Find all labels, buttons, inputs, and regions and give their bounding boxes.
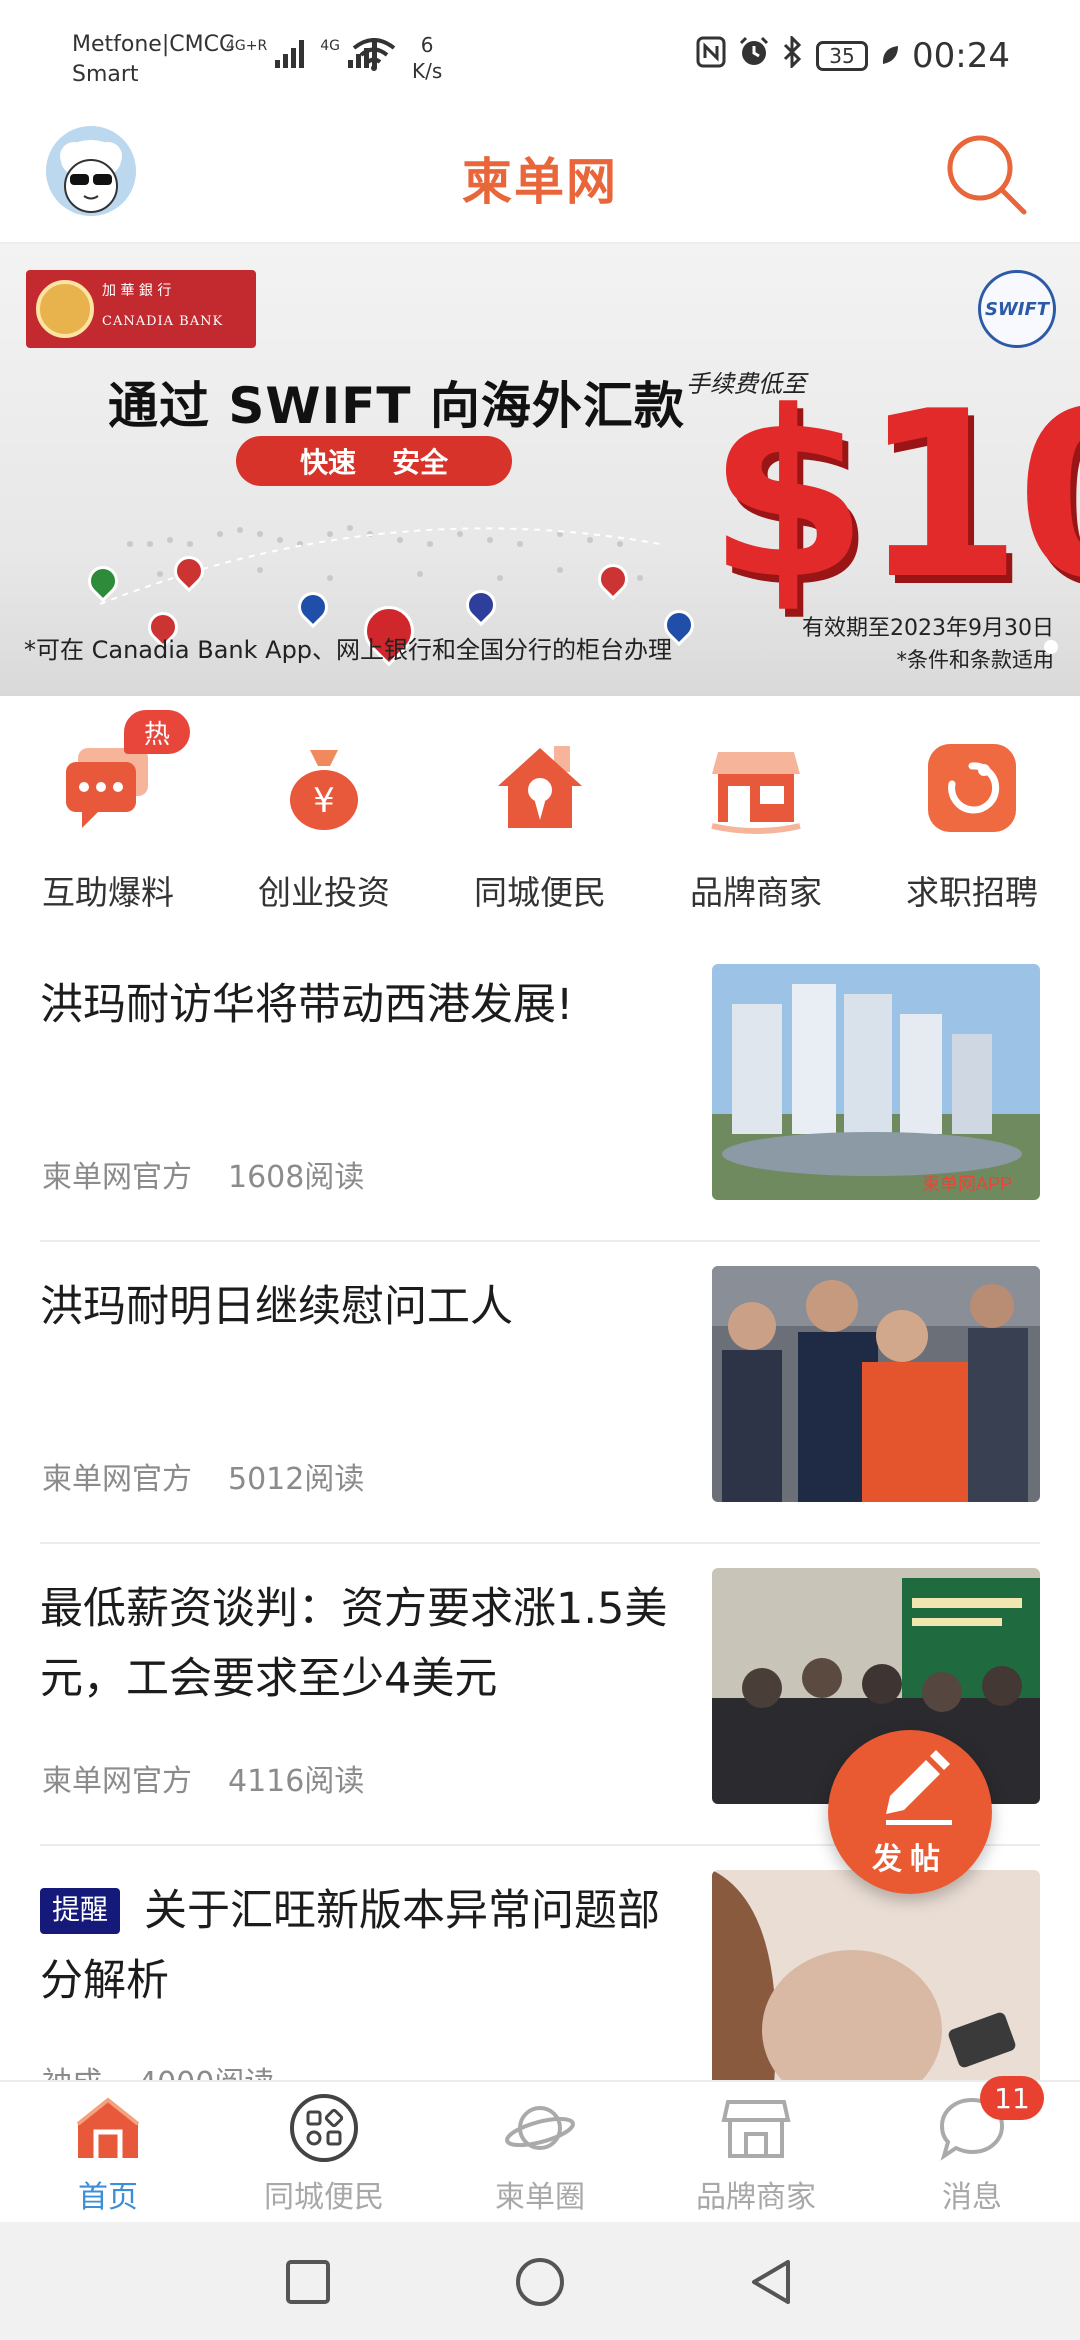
system-nav-bar xyxy=(0,2222,1080,2340)
alarm-icon xyxy=(738,36,770,76)
news-title: 洪玛耐访华将带动西港发展! xyxy=(40,980,574,1030)
circle-icon xyxy=(516,2258,564,2306)
category-grid: 热 互助爆料 ¥ 创业投资 同城便民 品牌商家 求职招聘 xyxy=(0,700,1080,930)
news-title: 最低薪资谈判：资方要求涨1.5美元，工会要求至少4美元 xyxy=(40,1584,668,1704)
app-header: 柬单网 xyxy=(0,120,1080,244)
promo-banner[interactable]: 加 華 銀 行 CANADIA BANK SWIFT 通过 SWIFT 向海外汇… xyxy=(0,244,1080,696)
battery-icon: 35 xyxy=(816,41,869,71)
network-type-label: 4G+R xyxy=(226,38,268,54)
triangle-back-icon xyxy=(752,2260,790,2304)
nfc-icon xyxy=(696,36,726,76)
news-thumbnail xyxy=(712,1870,1040,2106)
category-hot-tips[interactable]: 热 互助爆料 xyxy=(0,710,216,914)
bottom-nav: 首页 同城便民 柬单圈 品牌商家 消息 11 xyxy=(0,2076,1080,2222)
swift-logo: SWIFT xyxy=(978,270,1056,348)
network-type-label-2: 4G xyxy=(320,38,340,54)
planet-icon xyxy=(504,2092,576,2164)
home-system-button[interactable] xyxy=(512,2254,568,2310)
carousel-indicator xyxy=(1044,640,1058,654)
news-thumbnail: 柬单网APP xyxy=(712,964,1040,1200)
bank-coin-icon xyxy=(36,280,94,338)
message-count-badge: 11 xyxy=(980,2076,1044,2120)
category-brand-merchants[interactable]: 品牌商家 xyxy=(648,740,864,914)
banner-pill: 快速 安全 xyxy=(236,436,512,486)
banner-valid-date: 有效期至2023年9月30日 xyxy=(802,616,1054,641)
bluetooth-icon xyxy=(782,34,804,76)
news-item[interactable]: 洪玛耐访华将带动西港发展! 柬单网官方 1608阅读 柬单网APP xyxy=(40,940,1040,1242)
square-icon xyxy=(286,2260,330,2304)
banner-price: $10 xyxy=(708,363,1080,630)
remind-tag: 提醒 xyxy=(40,1888,121,1934)
news-item[interactable]: 洪玛耐明日继续慰问工人 柬单网官方 5012阅读 xyxy=(40,1242,1040,1544)
post-button[interactable]: 发帖 xyxy=(828,1730,992,1894)
tab-local-services[interactable]: 同城便民 xyxy=(216,2092,432,2216)
house-location-icon xyxy=(492,740,588,836)
search-icon xyxy=(947,135,1027,215)
clock: 00:24 xyxy=(912,36,1010,76)
svg-text:¥: ¥ xyxy=(313,781,335,821)
status-bar: Metfone|CMCC Smart 4G+R 4G 6 K/s 35 00:2… xyxy=(0,0,1080,120)
category-local-services[interactable]: 同城便民 xyxy=(432,740,648,914)
shop-icon xyxy=(720,2092,792,2164)
category-investment[interactable]: ¥ 创业投资 xyxy=(216,740,432,914)
carrier-name: Metfone|CMCC Smart xyxy=(72,32,235,87)
recents-button[interactable] xyxy=(280,2254,336,2310)
chat-bubble-icon: 热 xyxy=(60,710,190,836)
news-meta: 柬单网官方 5012阅读 xyxy=(42,1462,365,1497)
news-meta: 柬单网官方 4116阅读 xyxy=(42,1764,365,1799)
tab-messages[interactable]: 消息 xyxy=(864,2092,1080,2216)
wifi-icon xyxy=(352,38,396,76)
network-speed: 6 K/s xyxy=(412,33,443,83)
news-meta: 柬单网官方 1608阅读 xyxy=(42,1160,365,1195)
search-button[interactable] xyxy=(938,126,1034,222)
tab-circle[interactable]: 柬单圈 xyxy=(432,2092,648,2216)
news-title: 洪玛耐明日继续慰问工人 xyxy=(40,1282,513,1332)
home-icon xyxy=(72,2092,144,2164)
hot-badge: 热 xyxy=(124,710,190,754)
tab-brand-merchants[interactable]: 品牌商家 xyxy=(648,2092,864,2216)
banner-headline: 通过 SWIFT 向海外汇款 xyxy=(108,377,685,435)
money-bag-icon: ¥ xyxy=(276,740,372,836)
tab-home[interactable]: 首页 xyxy=(0,2092,216,2216)
pencil-icon xyxy=(886,1750,952,1825)
leaf-icon xyxy=(880,37,900,75)
grid-apps-icon xyxy=(288,2092,360,2164)
news-thumbnail xyxy=(712,1266,1040,1502)
category-jobs[interactable]: 求职招聘 xyxy=(864,740,1080,914)
status-right: 35 00:24 xyxy=(696,34,1010,76)
smile-app-icon xyxy=(924,740,1020,836)
banner-terms: *条件和条款适用 xyxy=(896,648,1055,672)
back-button[interactable] xyxy=(744,2254,800,2310)
news-title: 提醒 关于汇旺新版本异常问题部分解析 xyxy=(40,1886,661,2006)
signal-bars-icon xyxy=(275,38,305,68)
news-feed: 洪玛耐访华将带动西港发展! 柬单网官方 1608阅读 柬单网APP 洪玛耐明日继续… xyxy=(40,940,1040,2148)
thumb-watermark: 柬单网APP xyxy=(922,1174,1012,1194)
storefront-icon xyxy=(708,740,804,836)
banner-note: *可在 Canadia Bank App、网上银行和全国分行的柜台办理 xyxy=(24,636,673,664)
page-title: 柬单网 xyxy=(462,153,618,211)
canadia-bank-logo: 加 華 銀 行 CANADIA BANK xyxy=(26,270,256,348)
